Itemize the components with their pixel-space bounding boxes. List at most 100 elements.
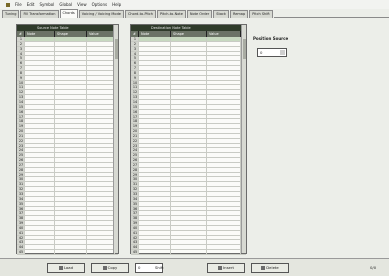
table-cell[interactable] — [171, 66, 207, 70]
menu-item[interactable]: File — [15, 2, 22, 7]
table-cell[interactable] — [171, 95, 207, 99]
table-cell[interactable] — [139, 153, 171, 158]
table-cell[interactable] — [171, 158, 207, 162]
table-cell[interactable] — [171, 182, 207, 187]
table-cell[interactable] — [139, 133, 171, 138]
table-cell[interactable] — [25, 95, 55, 99]
table-cell[interactable] — [87, 99, 115, 104]
table-cell[interactable] — [25, 51, 55, 56]
table-cell[interactable] — [139, 148, 171, 153]
table-cell[interactable] — [87, 143, 115, 148]
table-cell[interactable] — [139, 104, 171, 109]
table-cell[interactable] — [55, 172, 87, 177]
table-cell[interactable] — [55, 41, 87, 46]
table-cell[interactable] — [207, 148, 241, 153]
table-cell[interactable] — [87, 70, 115, 75]
table-cell[interactable] — [55, 153, 87, 158]
table-cell[interactable] — [171, 167, 207, 172]
vertical-scrollbar[interactable] — [113, 25, 118, 253]
table-cell[interactable] — [207, 80, 241, 85]
table-cell[interactable] — [207, 66, 241, 70]
table-cell[interactable] — [139, 90, 171, 95]
table-cell[interactable] — [25, 148, 55, 153]
table-cell[interactable] — [25, 114, 55, 119]
tab[interactable]: Voicing / Voicing Mode — [78, 10, 124, 18]
table-cell[interactable] — [25, 85, 55, 90]
tab[interactable]: Remap — [229, 10, 249, 18]
table-cell[interactable] — [55, 124, 87, 129]
table-cell[interactable] — [87, 206, 115, 211]
table-cell[interactable] — [55, 250, 87, 254]
table-cell[interactable] — [207, 56, 241, 61]
table-cell[interactable] — [55, 95, 87, 99]
table-cell[interactable] — [171, 206, 207, 211]
table-cell[interactable] — [171, 177, 207, 182]
table-cell[interactable] — [25, 138, 55, 143]
table-cell[interactable] — [171, 235, 207, 240]
table-cell[interactable] — [171, 51, 207, 56]
table-cell[interactable] — [55, 235, 87, 240]
table-cell[interactable] — [171, 225, 207, 230]
table-cell[interactable] — [87, 138, 115, 143]
tab[interactable]: Pitch Shift — [249, 10, 273, 18]
table-cell[interactable] — [207, 158, 241, 162]
table-cell[interactable] — [139, 114, 171, 119]
table-cell[interactable] — [207, 182, 241, 187]
table-cell[interactable] — [207, 216, 241, 221]
table-cell[interactable] — [139, 143, 171, 148]
table-cell[interactable] — [25, 70, 55, 75]
table-cell[interactable] — [25, 37, 55, 41]
table-cell[interactable] — [87, 95, 115, 99]
table-cell[interactable] — [25, 172, 55, 177]
menu-item[interactable]: Edit — [27, 2, 35, 7]
table-cell[interactable] — [55, 221, 87, 225]
table-cell[interactable] — [171, 138, 207, 143]
table-cell[interactable] — [171, 90, 207, 95]
table-cell[interactable] — [139, 192, 171, 196]
table-cell[interactable] — [55, 206, 87, 211]
table-cell[interactable] — [87, 119, 115, 124]
table-cell[interactable] — [139, 158, 171, 162]
table-cell[interactable] — [207, 70, 241, 75]
table-cell[interactable] — [139, 221, 171, 225]
table-cell[interactable] — [25, 104, 55, 109]
table-cell[interactable] — [55, 104, 87, 109]
table-cell[interactable] — [25, 119, 55, 124]
table-cell[interactable] — [87, 61, 115, 66]
table-cell[interactable] — [55, 192, 87, 196]
table-cell[interactable] — [207, 221, 241, 225]
table-cell[interactable] — [55, 119, 87, 124]
table-cell[interactable] — [87, 182, 115, 187]
table-cell[interactable] — [207, 250, 241, 254]
table-cell[interactable] — [207, 230, 241, 235]
table-cell[interactable] — [171, 46, 207, 51]
table-cell[interactable] — [87, 177, 115, 182]
table-cell[interactable] — [171, 153, 207, 158]
table-cell[interactable] — [87, 90, 115, 95]
table-cell[interactable] — [171, 230, 207, 235]
position-source-select[interactable]: 0 — [257, 48, 287, 57]
table-cell[interactable] — [25, 162, 55, 167]
scrollbar-thumb[interactable] — [115, 39, 118, 59]
table-cell[interactable] — [207, 109, 241, 114]
tab-active[interactable]: Chords — [59, 9, 78, 18]
table-cell[interactable] — [207, 114, 241, 119]
table-cell[interactable] — [87, 162, 115, 167]
table-cell[interactable] — [55, 80, 87, 85]
delete-button[interactable]: Delete — [251, 263, 289, 273]
table-cell[interactable] — [25, 167, 55, 172]
menu-item[interactable]: Global — [59, 2, 72, 7]
table-cell[interactable] — [207, 133, 241, 138]
table-cell[interactable] — [207, 119, 241, 124]
table-cell[interactable] — [171, 104, 207, 109]
table-cell[interactable] — [139, 182, 171, 187]
table-cell[interactable] — [55, 162, 87, 167]
table-cell[interactable] — [171, 172, 207, 177]
scrollbar-thumb[interactable] — [243, 39, 246, 59]
table-cell[interactable] — [87, 37, 115, 41]
table-cell[interactable] — [55, 114, 87, 119]
table-cell[interactable] — [207, 37, 241, 41]
table-cell[interactable] — [207, 41, 241, 46]
table-cell[interactable] — [87, 129, 115, 133]
table-cell[interactable] — [139, 51, 171, 56]
